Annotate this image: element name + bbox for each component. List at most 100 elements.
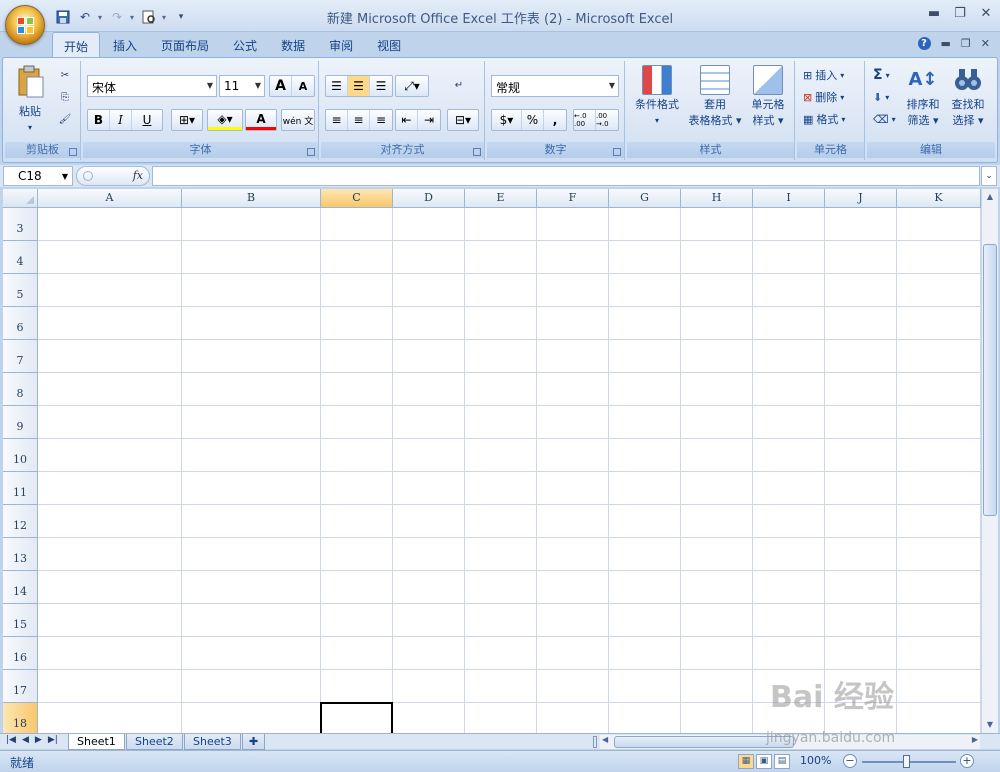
tab-data[interactable]: 数据 (270, 32, 316, 57)
restore-icon[interactable]: ❐ (952, 6, 968, 21)
column-header-B[interactable]: B (182, 189, 321, 208)
percent-button[interactable]: % (522, 110, 544, 130)
bold-button[interactable]: B (88, 110, 110, 130)
expand-formula-bar-icon[interactable]: ⌄ (981, 166, 997, 186)
clear-button[interactable]: ⌫ ▾ (873, 109, 896, 129)
sheet-tab-2[interactable]: Sheet2 (126, 734, 183, 750)
cut-icon[interactable]: ✂ (57, 67, 73, 83)
column-header-G[interactable]: G (609, 189, 681, 208)
vertical-scrollbar[interactable]: ▲ ▼ (981, 189, 998, 733)
format-as-table-button[interactable]: 套用 表格格式 ▾ (685, 65, 745, 129)
alignment-launcher-icon[interactable] (473, 148, 481, 156)
minimize-icon[interactable]: ▬ (926, 6, 942, 21)
copy-icon[interactable]: ⎘ (57, 89, 73, 105)
normal-view-icon[interactable]: ▦ (738, 754, 754, 769)
vertical-scroll-thumb[interactable] (983, 244, 997, 516)
row-header-16[interactable]: 16 (3, 637, 38, 670)
column-header-F[interactable]: F (537, 189, 609, 208)
page-layout-view-icon[interactable]: ▣ (756, 754, 772, 769)
zoom-in-icon[interactable]: + (960, 754, 974, 768)
insert-cells-button[interactable]: ⊞ 插入 ▾ (803, 65, 844, 85)
italic-button[interactable]: I (110, 110, 132, 130)
column-header-H[interactable]: H (681, 189, 753, 208)
clipboard-launcher-icon[interactable] (69, 148, 77, 156)
zoom-out-icon[interactable]: − (843, 754, 857, 768)
scroll-up-icon[interactable]: ▲ (982, 189, 998, 205)
format-painter-icon[interactable]: 🖌 (57, 111, 73, 127)
format-cells-button[interactable]: ▦ 格式 ▾ (803, 109, 845, 129)
underline-button[interactable]: U (132, 110, 162, 130)
name-box[interactable]: C18 ▼ (3, 166, 73, 186)
number-launcher-icon[interactable] (613, 148, 621, 156)
align-left-icon[interactable]: ≡ (326, 110, 348, 130)
row-header-3[interactable]: 3 (3, 208, 38, 241)
tab-home[interactable]: 开始 (52, 32, 101, 57)
tab-insert[interactable]: 插入 (102, 32, 148, 57)
workbook-restore-icon[interactable]: ❐ (961, 37, 971, 50)
border-button[interactable]: ⊞▾ (171, 109, 203, 131)
wrap-text-icon[interactable]: ↵ (451, 77, 467, 93)
tab-page-layout[interactable]: 页面布局 (150, 32, 220, 57)
font-color-button[interactable]: A (245, 109, 277, 131)
row-header-8[interactable]: 8 (3, 373, 38, 406)
insert-function-icon[interactable]: fx (133, 169, 143, 182)
page-break-view-icon[interactable]: ▤ (774, 754, 790, 769)
align-right-icon[interactable]: ≡ (370, 110, 392, 130)
row-header-17[interactable]: 17 (3, 670, 38, 703)
comma-button[interactable]: , (544, 110, 566, 130)
workbook-minimize-icon[interactable]: ▬ (941, 37, 951, 50)
column-header-A[interactable]: A (38, 189, 182, 208)
column-header-I[interactable]: I (753, 189, 825, 208)
decrease-indent-icon[interactable]: ⇤ (396, 110, 418, 130)
column-header-C[interactable]: C (321, 189, 393, 208)
row-header-6[interactable]: 6 (3, 307, 38, 340)
font-size-combo[interactable]: 11 ▼ (219, 75, 265, 97)
autosum-button[interactable]: Σ ▾ (873, 65, 890, 85)
office-button[interactable] (5, 5, 45, 45)
shrink-font-button[interactable]: A (292, 76, 314, 96)
fill-button[interactable]: ⬇ ▾ (873, 87, 889, 107)
sheet-tab-3[interactable]: Sheet3 (184, 734, 241, 750)
conditional-formatting-button[interactable]: 条件格式 ▾ (629, 65, 685, 129)
scroll-right-icon[interactable]: ▶ (972, 735, 978, 744)
column-header-K[interactable]: K (897, 189, 981, 208)
next-sheet-icon[interactable]: ▶ (35, 735, 42, 745)
grow-font-button[interactable]: A (270, 76, 292, 96)
find-select-button[interactable]: 查找和 选择 ▾ (945, 65, 991, 129)
align-center-icon[interactable]: ≡ (348, 110, 370, 130)
increase-indent-icon[interactable]: ⇥ (418, 110, 440, 130)
column-header-J[interactable]: J (825, 189, 897, 208)
insert-sheet-icon[interactable]: ✚ (242, 734, 266, 750)
orientation-button[interactable]: ⤢▾ (395, 75, 429, 97)
row-header-7[interactable]: 7 (3, 340, 38, 373)
zoom-slider-knob[interactable] (903, 755, 910, 768)
row-header-4[interactable]: 4 (3, 241, 38, 274)
align-middle-icon[interactable]: ☰ (348, 76, 370, 96)
help-icon[interactable]: ? (917, 37, 931, 50)
merge-center-button[interactable]: ⊟▾ (447, 109, 479, 131)
prev-sheet-icon[interactable]: ◀ (22, 735, 29, 745)
decrease-decimal-icon[interactable]: .00 →.0 (596, 110, 618, 130)
row-header-15[interactable]: 15 (3, 604, 38, 637)
row-header-18[interactable]: 18 (3, 703, 38, 733)
close-icon[interactable]: ✕ (978, 6, 994, 21)
zoom-formula-icon[interactable] (83, 171, 93, 181)
font-launcher-icon[interactable] (307, 148, 315, 156)
last-sheet-icon[interactable]: ▶| (48, 735, 58, 745)
zoom-level[interactable]: 100% (800, 754, 831, 767)
tab-review[interactable]: 审阅 (318, 32, 364, 57)
delete-cells-button[interactable]: ⊠ 删除 ▾ (803, 87, 844, 107)
cell-styles-button[interactable]: 单元格 样式 ▾ (745, 65, 791, 129)
select-all-button[interactable] (3, 189, 38, 208)
column-header-E[interactable]: E (465, 189, 537, 208)
fill-color-button[interactable]: ◈▾ (207, 109, 243, 131)
row-header-13[interactable]: 13 (3, 538, 38, 571)
row-header-9[interactable]: 9 (3, 406, 38, 439)
paste-button[interactable]: 粘贴 ▾ (11, 65, 49, 136)
row-header-5[interactable]: 5 (3, 274, 38, 307)
currency-icon[interactable]: $▾ (492, 110, 522, 130)
row-header-12[interactable]: 12 (3, 505, 38, 538)
column-header-D[interactable]: D (393, 189, 465, 208)
first-sheet-icon[interactable]: |◀ (6, 735, 16, 745)
row-header-11[interactable]: 11 (3, 472, 38, 505)
